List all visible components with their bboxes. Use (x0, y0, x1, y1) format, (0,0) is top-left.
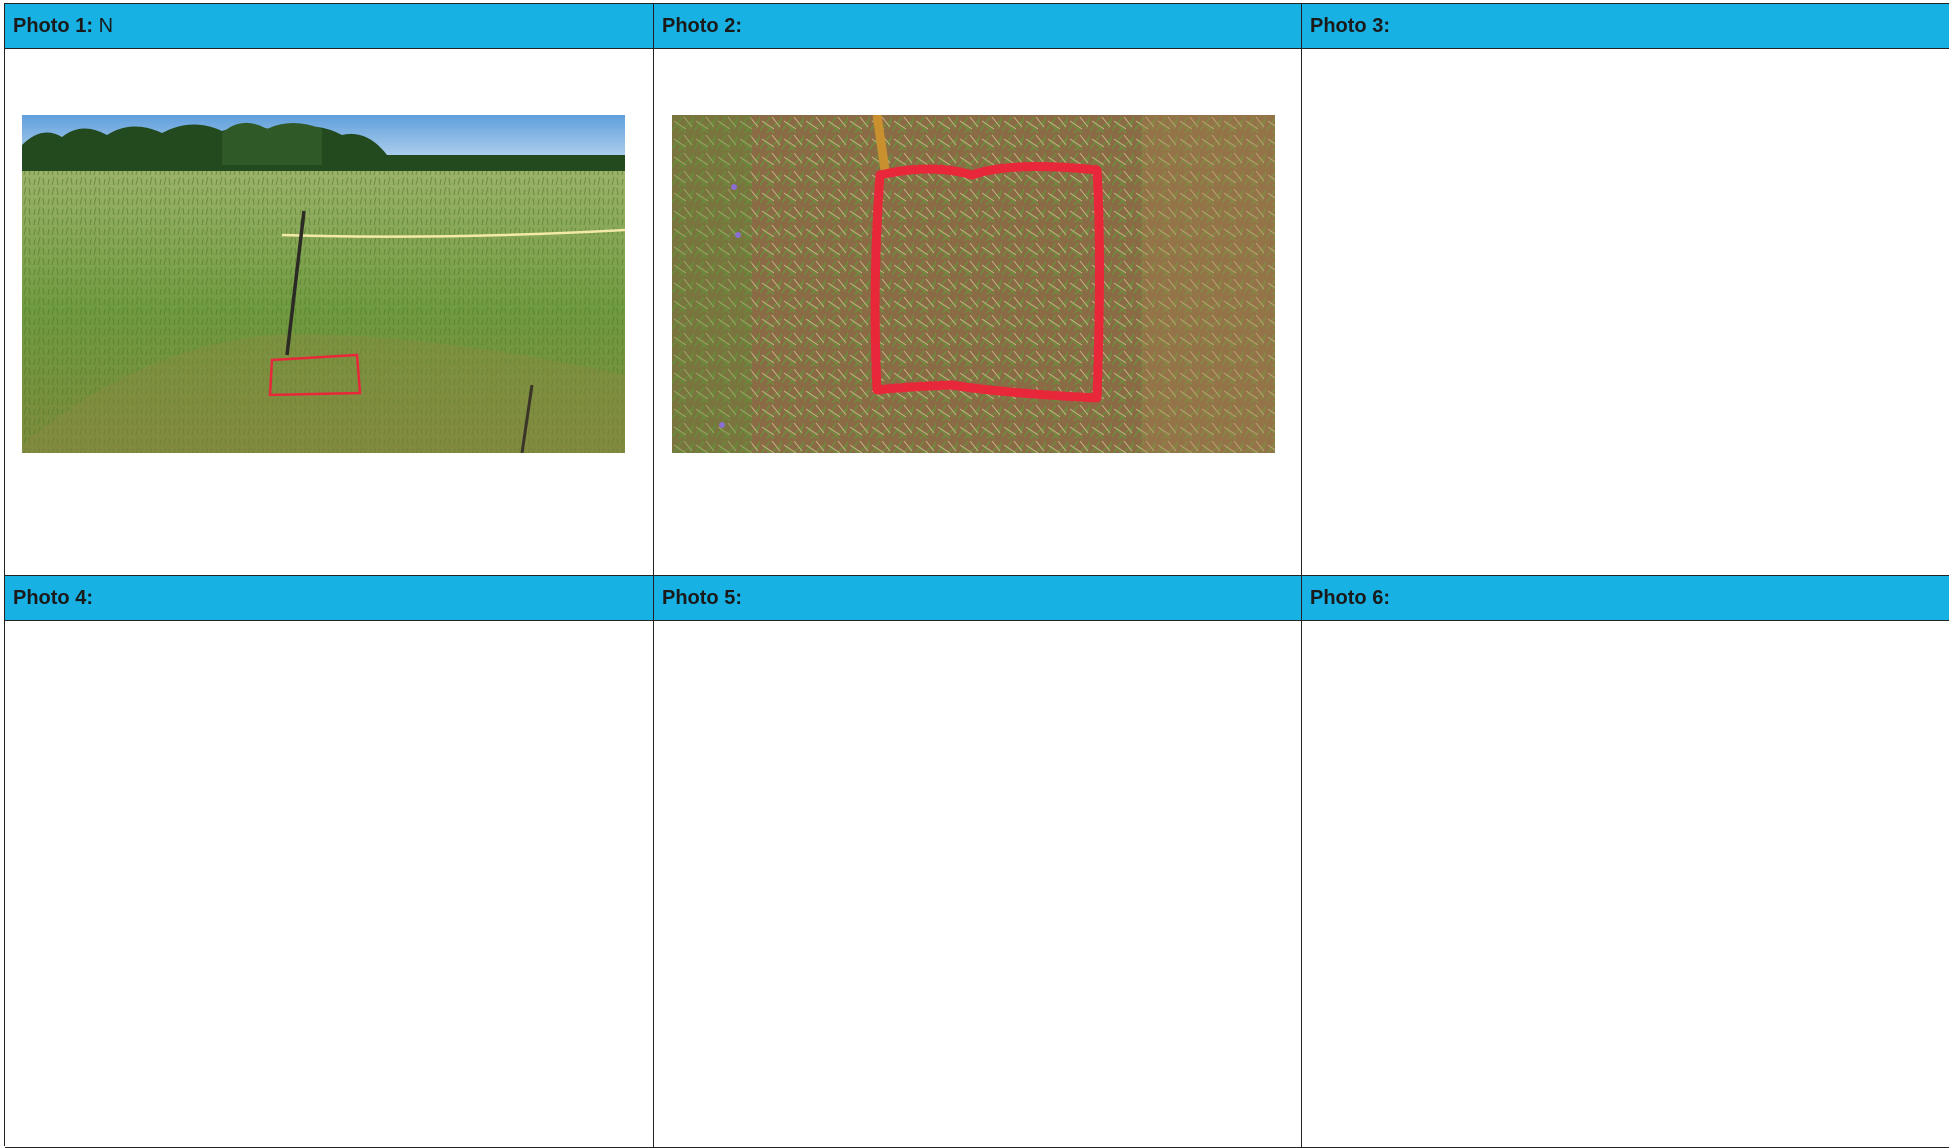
field-quadrat-wide-photo (22, 115, 625, 453)
photo-label-3: Photo 3: (1310, 15, 1390, 37)
photo-label-1: Photo 1: (13, 15, 93, 37)
photo-label-4: Photo 4: (13, 587, 93, 609)
photo-label-6: Photo 6: (1310, 587, 1390, 609)
photo-label-2: Photo 2: (662, 15, 742, 37)
quadrat-closeup-photo (672, 115, 1275, 453)
photo-cell-6: Photo 6: (1302, 576, 1949, 1148)
photo-label-5: Photo 5: (662, 587, 742, 609)
photo-header-3: Photo 3: (1302, 4, 1949, 49)
photo-header-1: Photo 1: N (5, 4, 653, 49)
photo-grid: Photo 1: N Photo 2: Photo 3: Photo 4: Ph… (4, 3, 1949, 1148)
photo-header-4: Photo 4: (5, 576, 653, 621)
photo-cell-2: Photo 2: (654, 4, 1302, 576)
photo-cell-4: Photo 4: (5, 576, 654, 1148)
photo-header-5: Photo 5: (654, 576, 1301, 621)
photo-header-6: Photo 6: (1302, 576, 1949, 621)
photo-caption-1: N (98, 15, 114, 37)
photo-cell-3: Photo 3: (1302, 4, 1949, 576)
photo-header-2: Photo 2: (654, 4, 1301, 49)
photo-cell-5: Photo 5: (654, 576, 1302, 1148)
photo-cell-1: Photo 1: N (5, 4, 654, 576)
